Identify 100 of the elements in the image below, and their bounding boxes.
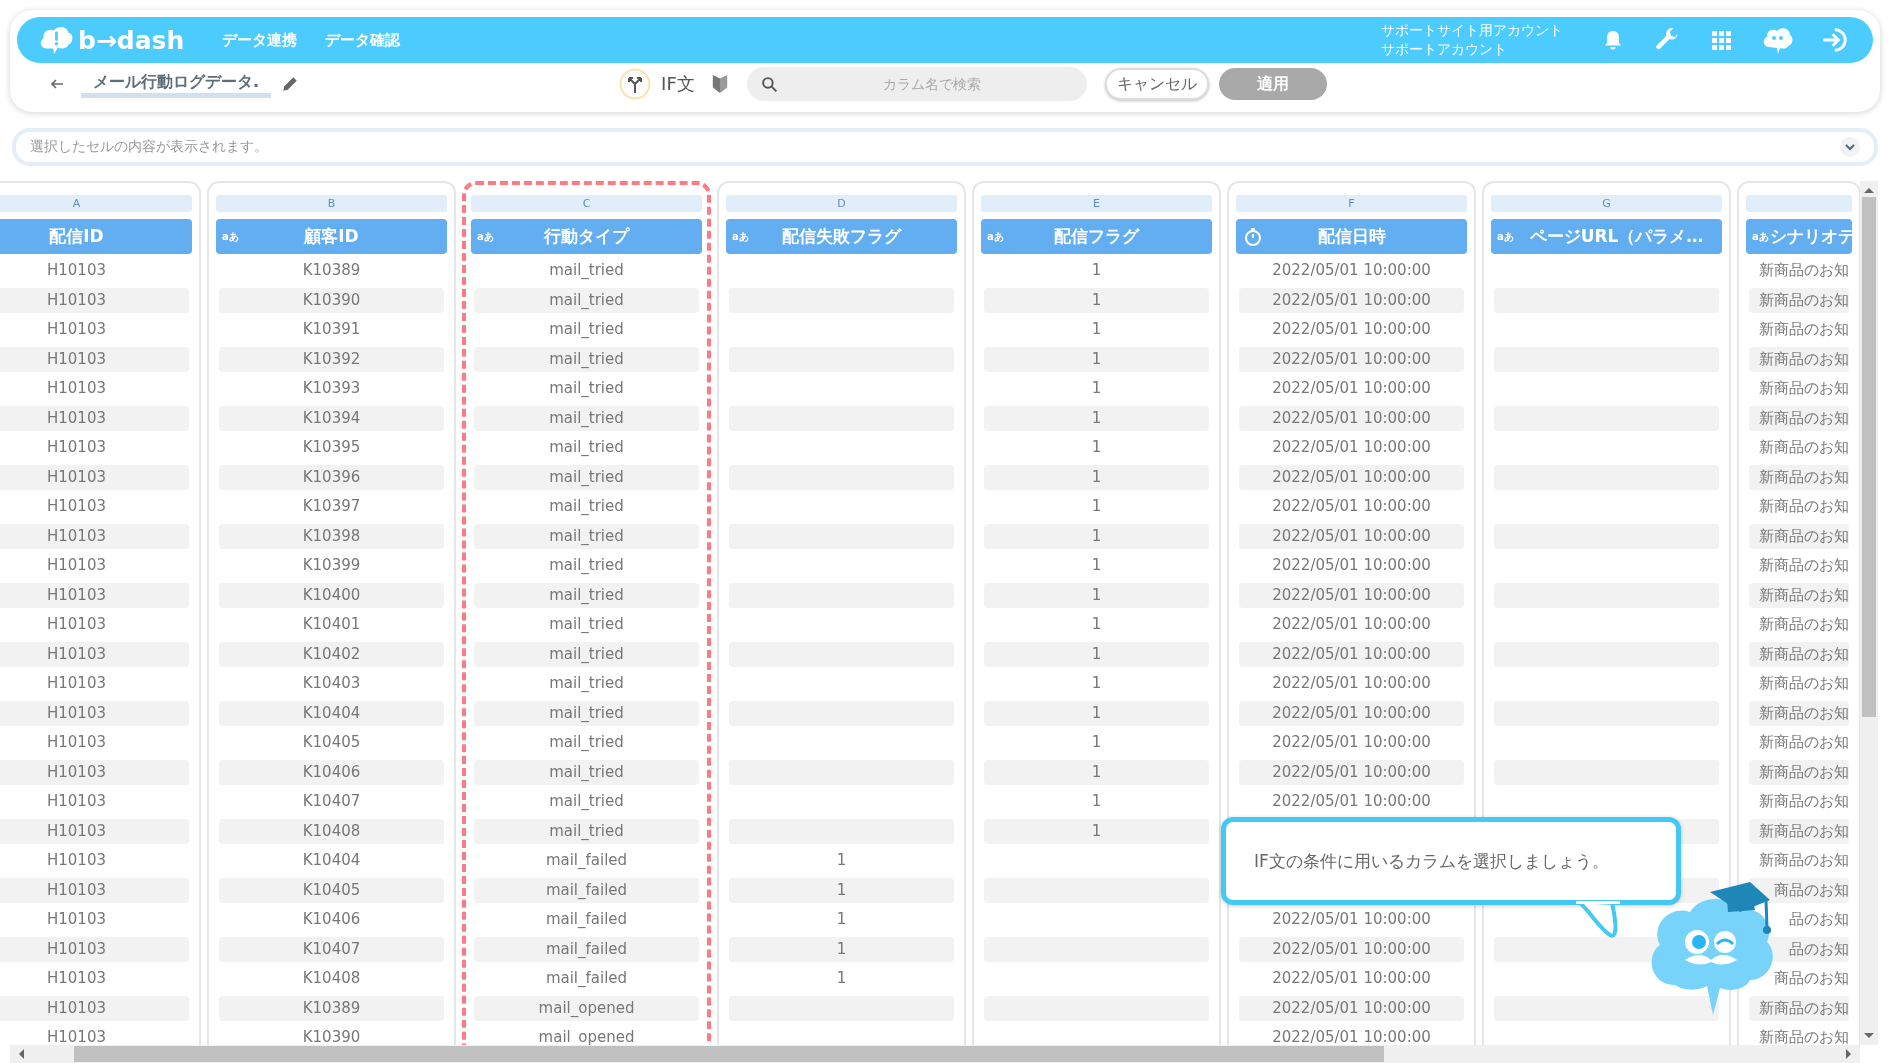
table-cell[interactable]: mail_failed	[474, 848, 699, 874]
table-cell[interactable]: K10408	[219, 818, 444, 844]
table-cell[interactable]: 1	[984, 553, 1209, 579]
table-cell[interactable]: 1	[984, 376, 1209, 402]
table-cell[interactable]: K10400	[219, 582, 444, 608]
table-cell[interactable]: 1	[984, 346, 1209, 372]
table-cell[interactable]: mail_tried	[474, 376, 699, 402]
table-cell[interactable]: K10398	[219, 523, 444, 549]
table-cell[interactable]: H10103	[0, 700, 189, 726]
table-cell[interactable]: H10103	[0, 346, 189, 372]
pencil-icon[interactable]	[281, 75, 300, 93]
table-cell[interactable]: H10103	[0, 1025, 189, 1045]
mascot-head-icon[interactable]	[1761, 25, 1793, 55]
table-cell[interactable]: H10103	[0, 995, 189, 1021]
table-cell[interactable]: 2022/05/01 10:00:00	[1239, 995, 1464, 1021]
table-cell[interactable]: 2022/05/01 10:00:00	[1239, 612, 1464, 638]
table-cell[interactable]: mail_tried	[474, 818, 699, 844]
table-cell[interactable]: 新商品のお知	[1749, 612, 1849, 638]
table-cell[interactable]: H10103	[0, 730, 189, 756]
table-cell[interactable]: K10405	[219, 877, 444, 903]
table-cell[interactable]: H10103	[0, 641, 189, 667]
column-header[interactable]: aあ 配信失敗フラグ	[726, 219, 957, 254]
table-cell[interactable]: 1	[729, 848, 954, 874]
horizontal-scrollbar[interactable]	[10, 1045, 1860, 1063]
table-cell[interactable]: 1	[984, 789, 1209, 815]
table-cell[interactable]: 1	[984, 258, 1209, 284]
column-letter[interactable]: G	[1491, 195, 1722, 212]
table-cell[interactable]: 2022/05/01 10:00:00	[1239, 523, 1464, 549]
table-cell[interactable]: K10396	[219, 464, 444, 490]
table-cell[interactable]: H10103	[0, 582, 189, 608]
grid-icon[interactable]	[1709, 28, 1733, 52]
table-cell[interactable]: H10103	[0, 848, 189, 874]
table-cell[interactable]: 2022/05/01 10:00:00	[1239, 464, 1464, 490]
table-cell[interactable]: 2022/05/01 10:00:00	[1239, 700, 1464, 726]
table-cell[interactable]: H10103	[0, 671, 189, 697]
table-cell[interactable]: K10389	[219, 258, 444, 284]
table-cell[interactable]: mail_failed	[474, 877, 699, 903]
table-cell[interactable]: mail_tried	[474, 730, 699, 756]
table-cell[interactable]: 2022/05/01 10:00:00	[1239, 936, 1464, 962]
column-letter[interactable]: A	[0, 195, 192, 212]
column-letter[interactable]: D	[726, 195, 957, 212]
column-header[interactable]: aあ 配信フラグ	[981, 219, 1212, 254]
table-cell[interactable]: 1	[729, 966, 954, 992]
table-cell[interactable]: mail_tried	[474, 317, 699, 343]
vertical-scrollbar[interactable]	[1860, 181, 1878, 1045]
table-cell[interactable]: 2022/05/01 10:00:00	[1239, 789, 1464, 815]
table-cell[interactable]: K10394	[219, 405, 444, 431]
table-cell[interactable]: 新商品のお知	[1749, 287, 1849, 313]
table-cell[interactable]: 2022/05/01 10:00:00	[1239, 553, 1464, 579]
table-cell[interactable]: 新商品のお知	[1749, 494, 1849, 520]
table-cell[interactable]: H10103	[0, 553, 189, 579]
table-cell[interactable]: 2022/05/01 10:00:00	[1239, 759, 1464, 785]
table-cell[interactable]: mail_tried	[474, 523, 699, 549]
table-cell[interactable]: 2022/05/01 10:00:00	[1239, 641, 1464, 667]
table-cell[interactable]: 1	[729, 936, 954, 962]
table-cell[interactable]: 新商品のお知	[1749, 376, 1849, 402]
column-letter[interactable]: C	[471, 195, 702, 212]
table-cell[interactable]: mail_tried	[474, 582, 699, 608]
table-cell[interactable]: H10103	[0, 936, 189, 962]
table-cell[interactable]: mail_tried	[474, 494, 699, 520]
table-cell[interactable]: mail_tried	[474, 346, 699, 372]
table-cell[interactable]: 2022/05/01 10:00:00	[1239, 1025, 1464, 1045]
table-cell[interactable]: H10103	[0, 789, 189, 815]
table-cell[interactable]: 新商品のお知	[1749, 789, 1849, 815]
table-cell[interactable]: mail_tried	[474, 435, 699, 461]
table-cell[interactable]: 2022/05/01 10:00:00	[1239, 287, 1464, 313]
table-cell[interactable]: 1	[984, 700, 1209, 726]
table-cell[interactable]: 1	[984, 523, 1209, 549]
table-cell[interactable]: H10103	[0, 435, 189, 461]
table-cell[interactable]: K10393	[219, 376, 444, 402]
table-cell[interactable]: 1	[729, 907, 954, 933]
table-cell[interactable]: mail_tried	[474, 759, 699, 785]
table-cell[interactable]: 2022/05/01 10:00:00	[1239, 376, 1464, 402]
table-cell[interactable]: K10399	[219, 553, 444, 579]
table-cell[interactable]: H10103	[0, 877, 189, 903]
table-cell[interactable]: H10103	[0, 317, 189, 343]
cell-content-field[interactable]: 選択したセルの内容が表示されます。	[12, 128, 1878, 166]
table-cell[interactable]: H10103	[0, 405, 189, 431]
table-cell[interactable]: K10406	[219, 759, 444, 785]
table-cell[interactable]: 新商品のお知	[1749, 464, 1849, 490]
table-cell[interactable]: 1	[984, 287, 1209, 313]
table-cell[interactable]: 1	[984, 494, 1209, 520]
search-field[interactable]: カラム名で検索	[746, 67, 1087, 101]
table-cell[interactable]: H10103	[0, 907, 189, 933]
table-cell[interactable]: 1	[984, 405, 1209, 431]
table-cell[interactable]: 2022/05/01 10:00:00	[1239, 582, 1464, 608]
table-cell[interactable]: mail_tried	[474, 464, 699, 490]
table-cell[interactable]: mail_opened	[474, 995, 699, 1021]
table-cell[interactable]: K10391	[219, 317, 444, 343]
table-cell[interactable]: 1	[984, 582, 1209, 608]
table-cell[interactable]: 新商品のお知	[1749, 848, 1849, 874]
table-cell[interactable]: 1	[729, 877, 954, 903]
table-cell[interactable]: 1	[984, 612, 1209, 638]
table-cell[interactable]: 新商品のお知	[1749, 1025, 1849, 1045]
beginner-mark-icon[interactable]	[710, 73, 729, 95]
table-cell[interactable]: mail_opened	[474, 1025, 699, 1045]
table-cell[interactable]: H10103	[0, 818, 189, 844]
column-letter[interactable]: F	[1236, 195, 1467, 212]
table-cell[interactable]: 新商品のお知	[1749, 317, 1849, 343]
table-cell[interactable]: H10103	[0, 759, 189, 785]
